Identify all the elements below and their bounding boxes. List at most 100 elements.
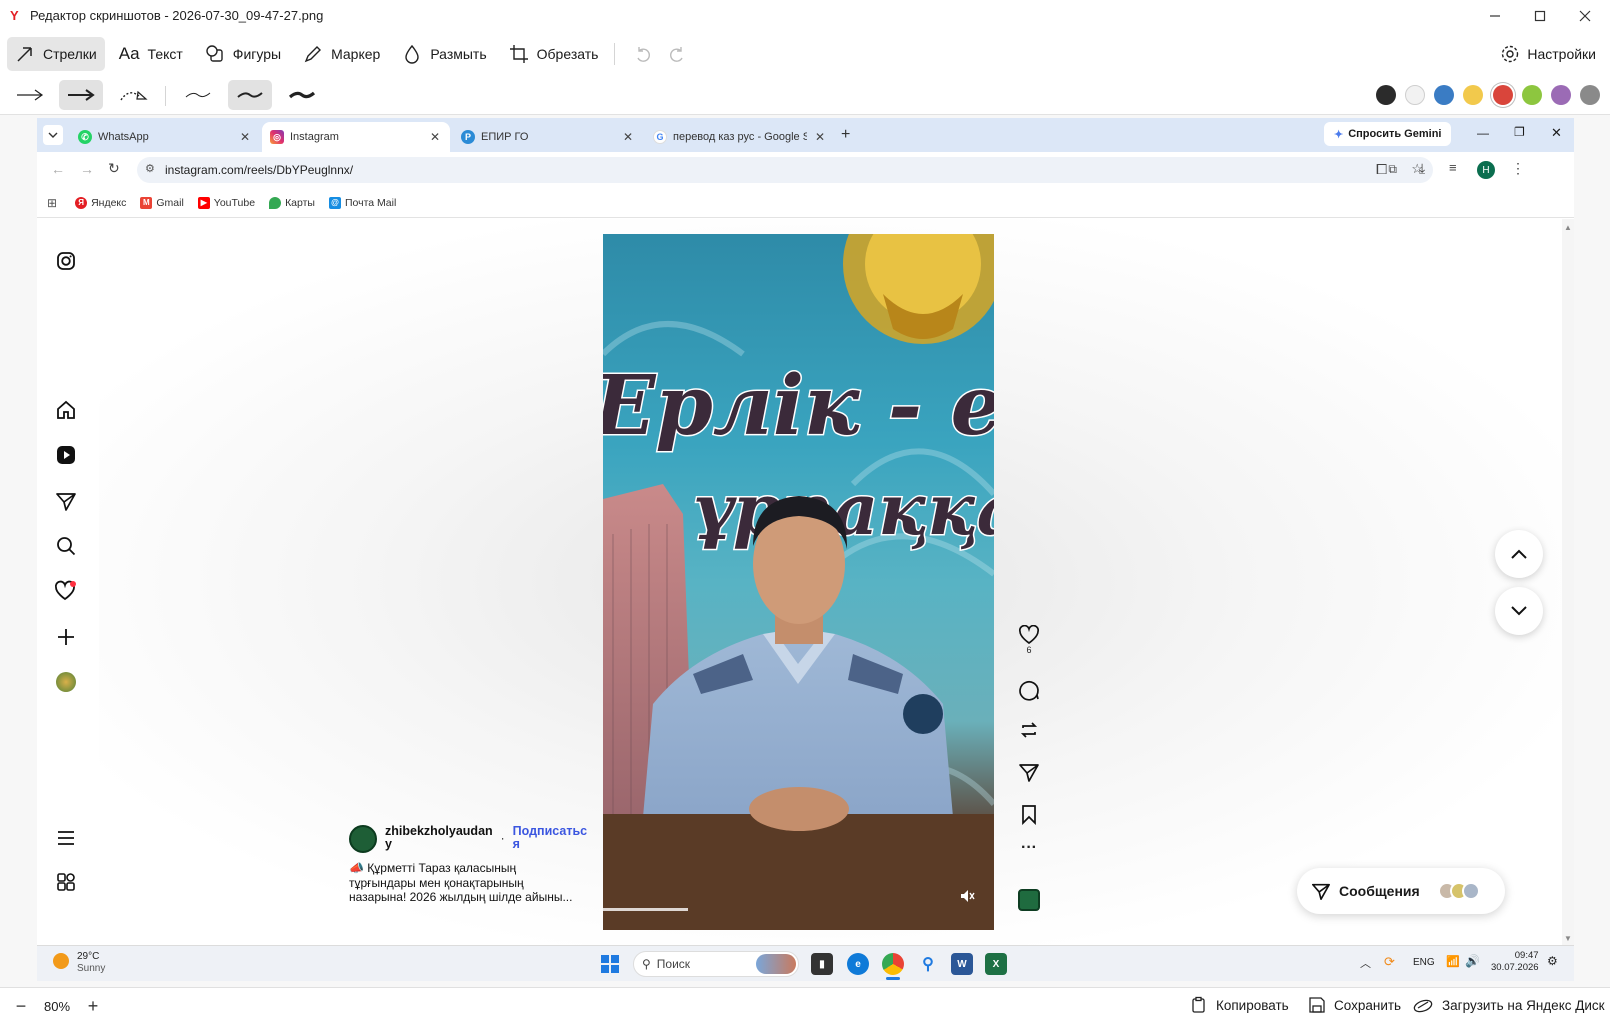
more-menu-icon[interactable]: ⋮ — [1511, 160, 1525, 177]
windows-start-icon[interactable] — [599, 953, 621, 975]
tool-crop-button[interactable]: Обрезать — [501, 37, 607, 71]
color-swatch-blue[interactable] — [1434, 85, 1454, 105]
next-reel-button[interactable] — [1495, 587, 1543, 635]
bookmark-yandex[interactable]: Я Яндекс — [75, 196, 126, 209]
direct-send-icon[interactable] — [54, 489, 78, 513]
profile-avatar[interactable]: H — [1477, 161, 1495, 179]
tool-shapes-button[interactable]: Фигуры — [197, 37, 289, 71]
maximize-button[interactable] — [1517, 0, 1563, 31]
site-info-icon[interactable]: ⚙ — [145, 162, 155, 175]
stroke-thick-button[interactable] — [280, 80, 324, 110]
extensions-icon[interactable]: ⧠ — [1376, 161, 1387, 178]
undo-button[interactable] — [627, 37, 659, 71]
edge-browser-icon[interactable]: e — [847, 953, 869, 975]
reload-icon[interactable]: ↻ — [108, 160, 120, 177]
screenshot-canvas[interactable]: ✆ WhatsApp ✕ ◎ Instagram ✕ P ЕПИР ГО ✕ G… — [37, 118, 1574, 945]
tab-close-icon[interactable]: ✕ — [623, 130, 633, 144]
follow-button[interactable]: Подписатьс я — [513, 825, 587, 851]
upload-yandex-disk-button[interactable]: Загрузить на Яндекс Диск — [1412, 996, 1605, 1014]
previous-reel-button[interactable] — [1495, 530, 1543, 578]
repost-action[interactable] — [1016, 719, 1042, 741]
author-username[interactable]: zhibekzholyaudan у — [385, 825, 493, 851]
browser-restore-button[interactable]: ❐ — [1514, 125, 1525, 139]
tab-close-icon[interactable]: ✕ — [430, 130, 440, 144]
color-swatch-purple[interactable] — [1551, 85, 1571, 105]
tab-epir[interactable]: P ЕПИР ГО ✕ — [453, 122, 643, 152]
like-action[interactable]: 6 — [1016, 625, 1042, 655]
comment-action[interactable] — [1016, 679, 1042, 701]
more-options-action[interactable]: ··· — [1016, 839, 1042, 857]
stroke-medium-button[interactable] — [228, 80, 272, 110]
apps-grid-icon[interactable]: ⊞ — [47, 196, 57, 210]
tool-blur-button[interactable]: Размыть — [394, 37, 494, 71]
also-from-meta-icon[interactable] — [54, 871, 78, 895]
caption-text[interactable]: 📣 Құрметті Тараз қаласының тұрғындары ме… — [349, 861, 579, 905]
sync-status-icon[interactable]: ⟳ — [1384, 954, 1395, 970]
instagram-logo-icon[interactable] — [54, 249, 78, 273]
browser-close-button[interactable]: ✕ — [1551, 125, 1562, 141]
stroke-thin-button[interactable] — [176, 80, 220, 110]
tab-whatsapp[interactable]: ✆ WhatsApp ✕ — [70, 122, 260, 152]
redo-button[interactable] — [661, 37, 693, 71]
playlist-icon[interactable]: ≡ — [1449, 160, 1457, 175]
tool-arrows-button[interactable]: Стрелки — [7, 37, 105, 71]
chrome-browser-icon[interactable] — [882, 953, 904, 975]
zoom-in-button[interactable]: + — [80, 994, 106, 1020]
tool-marker-button[interactable]: Маркер — [295, 37, 388, 71]
ask-gemini-button[interactable]: ✦ Спросить Gemini — [1324, 122, 1452, 146]
taskbar-search-box[interactable]: ⚲ Поиск — [633, 951, 799, 977]
settings-button[interactable]: Настройки — [1500, 37, 1596, 71]
notifications-heart-icon[interactable] — [54, 579, 78, 603]
wifi-icon[interactable]: 📶 — [1446, 955, 1460, 968]
reels-icon[interactable] — [54, 443, 78, 467]
profile-avatar-icon[interactable] — [54, 670, 78, 694]
bookmark-gmail[interactable]: M Gmail — [140, 196, 184, 209]
save-button[interactable]: Сохранить — [1308, 996, 1401, 1014]
color-swatch-red[interactable] — [1493, 85, 1513, 105]
address-bar[interactable]: ⚙ instagram.com/reels/DbYPeuglnnx/ ⧉ ☆ — [137, 157, 1433, 183]
scroll-down-arrow-icon[interactable]: ▼ — [1564, 934, 1572, 943]
author-avatar[interactable] — [349, 825, 377, 853]
color-swatch-green[interactable] — [1522, 85, 1542, 105]
zoom-out-button[interactable]: − — [8, 994, 34, 1020]
home-icon[interactable] — [54, 398, 78, 422]
back-arrow-icon[interactable]: ← — [51, 161, 65, 177]
word-app-icon[interactable]: W — [951, 953, 973, 975]
tool-text-button[interactable]: Aa Текст — [111, 37, 191, 71]
create-plus-icon[interactable] — [54, 625, 78, 649]
forward-arrow-icon[interactable]: → — [80, 161, 94, 177]
new-tab-button[interactable]: + — [841, 126, 850, 144]
bookmark-mail[interactable]: @ Почта Mail — [328, 196, 396, 209]
audio-thumbnail[interactable] — [1016, 889, 1042, 911]
tab-close-icon[interactable]: ✕ — [815, 130, 825, 144]
arrow-style-bold-button[interactable] — [59, 80, 103, 110]
arrow-style-dotted-button[interactable] — [112, 80, 156, 110]
color-swatch-gray[interactable] — [1580, 85, 1600, 105]
tab-search-button[interactable] — [43, 125, 63, 145]
search-icon[interactable] — [54, 534, 78, 558]
page-scrollbar[interactable]: ▲ ▼ — [1562, 219, 1574, 945]
minimize-button[interactable] — [1472, 0, 1518, 31]
copy-button[interactable]: Копировать — [1190, 996, 1289, 1014]
install-app-icon[interactable]: ⧉ — [1388, 162, 1397, 177]
maps-pin-icon[interactable]: ⚲ — [917, 953, 939, 975]
tab-google-search[interactable]: G перевод каз рус - Google Search ✕ — [645, 122, 835, 152]
task-view-icon[interactable]: ▮ — [811, 953, 833, 975]
download-icon[interactable]: ⤓ — [1419, 160, 1425, 177]
share-action[interactable] — [1016, 761, 1042, 783]
save-action[interactable] — [1016, 803, 1042, 825]
color-swatch-white[interactable] — [1405, 85, 1425, 105]
scroll-up-arrow-icon[interactable]: ▲ — [1564, 223, 1572, 232]
reel-video[interactable]: Ерлік - ел ұрпаққа - — [603, 234, 994, 930]
arrow-style-thin-button[interactable] — [8, 80, 52, 110]
color-swatch-yellow[interactable] — [1463, 85, 1483, 105]
language-indicator[interactable]: ENG — [1413, 957, 1435, 968]
bookmark-youtube[interactable]: ▶ YouTube — [197, 196, 255, 209]
messages-button[interactable]: Сообщения — [1297, 868, 1505, 914]
clock[interactable]: 09:47 30.07.2026 — [1491, 950, 1539, 974]
tab-close-icon[interactable]: ✕ — [240, 130, 250, 144]
color-swatch-black[interactable] — [1376, 85, 1396, 105]
bookmark-maps[interactable]: Карты — [269, 196, 315, 209]
notification-bell-icon[interactable]: ⚙ — [1547, 954, 1558, 968]
tab-instagram[interactable]: ◎ Instagram ✕ — [262, 122, 450, 152]
